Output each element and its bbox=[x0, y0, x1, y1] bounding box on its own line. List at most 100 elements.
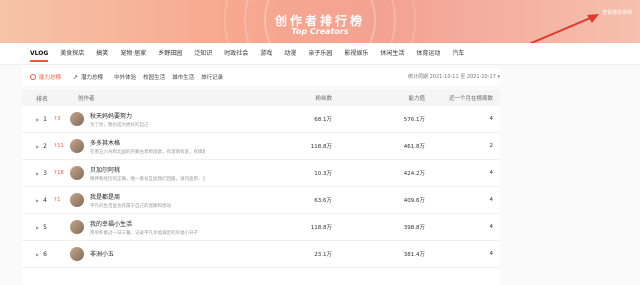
weeks-value: 4 bbox=[489, 251, 494, 257]
creator-desc: 简单朴素过一日三餐，记录平凡幸福满足的幸福小日子 bbox=[90, 230, 198, 236]
rank-cell: ▶ 5 bbox=[22, 224, 70, 231]
power-value: 398.8万 bbox=[403, 225, 425, 231]
tab-vlog[interactable]: VLOG bbox=[30, 43, 49, 65]
sub-filter-bar: 能力总榜 ↗ 潜力总榜 中外体验 校园生活 城市生活 旅行记录 统计周期 202… bbox=[22, 68, 500, 86]
weeks-value: 4 bbox=[489, 116, 494, 122]
fans-value: 63.6万 bbox=[314, 198, 332, 204]
creator-cell: 秋天妈妈要努力 为了你，我也成为更好的自己 bbox=[70, 111, 220, 128]
tab-food[interactable]: 美食探店 bbox=[60, 43, 84, 65]
table-row[interactable]: ▶ 5 我的幸福小生活 简单朴素过一日三餐，记录平凡幸福满足的幸福小日子 118… bbox=[22, 214, 500, 241]
rank-cell: ▶ 1 ↑3 bbox=[22, 116, 70, 123]
fans-value: 10.3万 bbox=[314, 171, 332, 177]
avatar[interactable] bbox=[70, 166, 84, 180]
tab-anime[interactable]: 动漫 bbox=[284, 43, 296, 65]
expand-icon[interactable]: ▶ bbox=[36, 198, 39, 203]
table-row[interactable]: ▶ 6 非洲小五 23.1万 381.4万 4 bbox=[22, 241, 500, 268]
expand-icon[interactable]: ▶ bbox=[36, 144, 39, 149]
tab-pets-home[interactable]: 宠物·居家 bbox=[120, 43, 146, 65]
weeks-value: 4 bbox=[489, 224, 494, 230]
trend-icon: ↗ bbox=[73, 73, 79, 81]
rank-number: 2 bbox=[43, 142, 47, 150]
tab-countryside[interactable]: 乡野田园 bbox=[158, 43, 182, 65]
fans-value: 118.8万 bbox=[310, 144, 332, 150]
table-row[interactable]: ▶ 3 ↑18 贝加尔阿桃 精神和经历的正确，唯一看号互加我们回搬，请勿盗用，违… bbox=[22, 160, 500, 187]
tab-entertainment[interactable]: 影视娱乐 bbox=[344, 43, 368, 65]
rank-number: 3 bbox=[43, 169, 47, 177]
rank-number: 6 bbox=[43, 250, 47, 258]
table-header: 排名 创作者 粉丝数 能力值 近一个月在榜周数 bbox=[22, 90, 500, 106]
target-icon bbox=[30, 74, 36, 80]
tab-leisure[interactable]: 休闲生活 bbox=[380, 43, 404, 65]
avatar[interactable] bbox=[70, 139, 84, 153]
creator-name[interactable]: 我的幸福小生活 bbox=[90, 219, 198, 228]
rank-number: 5 bbox=[43, 223, 47, 231]
subtab-travel[interactable]: 旅行记录 bbox=[201, 73, 223, 81]
subtab-experience[interactable]: 中外体验 bbox=[114, 73, 136, 81]
header-weeks: 近一个月在榜周数 bbox=[448, 96, 493, 102]
rank-cell: ▶ 4 ↑1 bbox=[22, 197, 70, 204]
power-value: 424.2万 bbox=[403, 171, 425, 177]
header-power: 能力值 bbox=[408, 96, 425, 102]
creator-name[interactable]: 多多其木格 bbox=[90, 138, 205, 147]
tab-knowledge[interactable]: 泛知识 bbox=[194, 43, 212, 65]
rank-change: ↑18 bbox=[53, 170, 64, 176]
power-value: 576.1万 bbox=[403, 117, 425, 123]
creator-cell: 多多其木格 在南五六州和北国的内蒙古草原放歌，有温情有爱，有情趣 bbox=[70, 138, 220, 155]
table-row[interactable]: ▶ 2 ↑11 多多其木格 在南五六州和北国的内蒙古草原放歌，有温情有爱，有情趣… bbox=[22, 133, 500, 160]
creator-name[interactable]: 我是都是周 bbox=[90, 192, 171, 201]
tab-cars[interactable]: 汽车 bbox=[452, 43, 464, 65]
expand-icon[interactable]: ▶ bbox=[36, 171, 39, 176]
expand-icon[interactable]: ▶ bbox=[36, 117, 39, 122]
creator-cell: 我是都是周 平凡的生活里也有属于自己的温暖和感动 bbox=[70, 192, 220, 209]
table-row[interactable]: ▶ 4 ↑1 我是都是周 平凡的生活里也有属于自己的温暖和感动 63.6万 40… bbox=[22, 187, 500, 214]
creator-name[interactable]: 贝加尔阿桃 bbox=[90, 165, 205, 174]
avatar[interactable] bbox=[70, 193, 84, 207]
fans-value: 118.8万 bbox=[310, 225, 332, 231]
rank-change: ↑1 bbox=[53, 197, 61, 203]
header-rank: 排名 bbox=[36, 95, 49, 103]
rank-cell: ▶ 3 ↑18 bbox=[22, 170, 70, 177]
rank-change: ↑3 bbox=[53, 116, 61, 122]
ability-ranking-label: 能力总榜 bbox=[39, 75, 62, 81]
fans-value: 23.1万 bbox=[314, 252, 332, 258]
power-value: 409.6万 bbox=[403, 198, 425, 204]
rules-link[interactable]: 查看榜单说明 bbox=[602, 9, 632, 16]
avatar[interactable] bbox=[70, 247, 84, 261]
creator-desc: 精神和经历的正确，唯一看号互加我们回搬，请勿盗用，违者必究 bbox=[90, 176, 205, 182]
creator-cell: 非洲小五 bbox=[70, 247, 220, 261]
subtab-city[interactable]: 城市生活 bbox=[172, 73, 194, 81]
tab-society[interactable]: 时政社会 bbox=[224, 43, 248, 65]
rank-number: 4 bbox=[43, 196, 47, 204]
rank-cell: ▶ 6 bbox=[22, 251, 70, 258]
creator-desc: 平凡的生活里也有属于自己的温暖和感动 bbox=[90, 203, 171, 209]
avatar[interactable] bbox=[70, 112, 84, 126]
weeks-value: 2 bbox=[489, 143, 494, 149]
creator-name[interactable]: 非洲小五 bbox=[90, 249, 114, 258]
power-value: 461.8万 bbox=[403, 144, 425, 150]
header-creator: 创作者 bbox=[78, 96, 95, 102]
tab-funny[interactable]: 搞笑 bbox=[96, 43, 108, 65]
tab-games[interactable]: 游戏 bbox=[260, 43, 272, 65]
creator-desc: 为了你，我也成为更好的自己 bbox=[90, 122, 149, 128]
ranking-table: 排名 创作者 粉丝数 能力值 近一个月在榜周数 ▶ 1 ↑3 秋天妈妈要努力 为… bbox=[22, 90, 500, 285]
ability-ranking-button[interactable]: 能力总榜 bbox=[30, 73, 61, 81]
expand-icon[interactable]: ▶ bbox=[36, 252, 39, 257]
rank-cell: ▶ 2 ↑11 bbox=[22, 143, 70, 150]
creator-cell: 我的幸福小生活 简单朴素过一日三餐，记录平凡幸福满足的幸福小日子 bbox=[70, 219, 220, 236]
table-row[interactable]: ▶ 1 ↑3 秋天妈妈要努力 为了你，我也成为更好的自己 68.1万 576.1… bbox=[22, 106, 500, 133]
avatar[interactable] bbox=[70, 220, 84, 234]
tab-parenting[interactable]: 亲子乐园 bbox=[308, 43, 332, 65]
potential-ranking-button[interactable]: ↗ 潜力总榜 bbox=[73, 73, 103, 82]
weeks-value: 4 bbox=[489, 170, 494, 176]
power-value: 381.4万 bbox=[403, 252, 425, 258]
header-fans: 粉丝数 bbox=[315, 96, 332, 102]
subtab-campus[interactable]: 校园生活 bbox=[143, 73, 165, 81]
date-range-select[interactable]: 统计周期 2021-10-11 至 2021-10-17 ▾ bbox=[408, 68, 500, 86]
expand-icon[interactable]: ▶ bbox=[36, 225, 39, 230]
creator-name[interactable]: 秋天妈妈要努力 bbox=[90, 111, 149, 120]
rank-number: 1 bbox=[43, 115, 47, 123]
creator-desc: 在南五六州和北国的内蒙古草原放歌，有温情有爱，有情趣 bbox=[90, 149, 205, 155]
tab-sports[interactable]: 体育运动 bbox=[416, 43, 440, 65]
weeks-value: 4 bbox=[489, 197, 494, 203]
fans-value: 68.1万 bbox=[314, 117, 332, 123]
